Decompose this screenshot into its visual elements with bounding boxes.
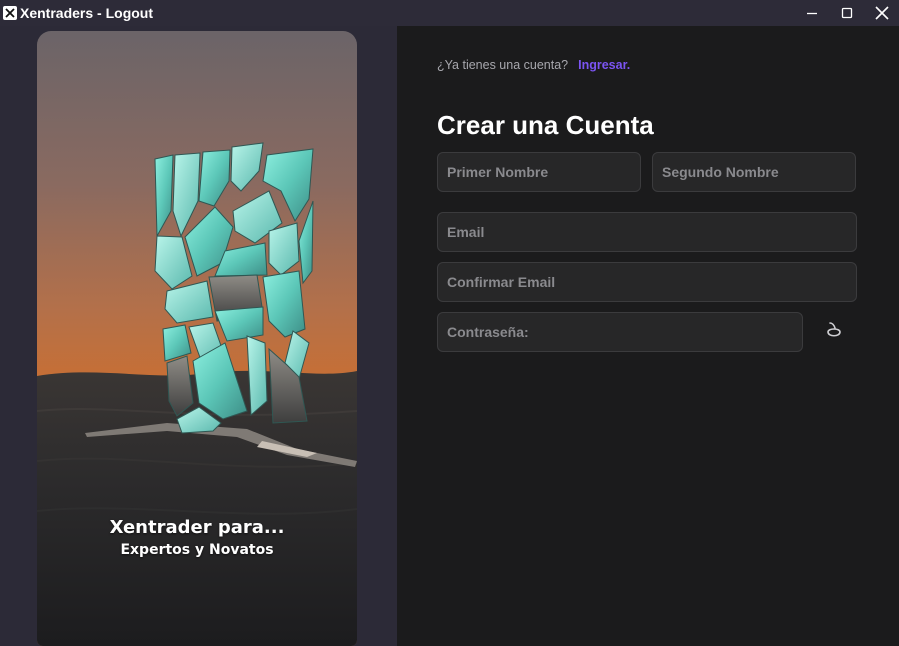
window-controls <box>794 0 899 26</box>
eye-toggle-icon <box>827 322 841 337</box>
login-prompt-row: ¿Ya tienes una cuenta? Ingresar. <box>437 58 630 72</box>
email-input[interactable] <box>437 212 857 252</box>
minimize-button[interactable] <box>794 0 829 26</box>
confirm-email-input[interactable] <box>437 262 857 302</box>
password-input[interactable] <box>437 312 803 352</box>
hero-subtagline: Expertos y Novatos <box>120 542 274 558</box>
hero-artwork: Xentrader para... Expertos y Novatos <box>37 31 357 646</box>
minimize-icon <box>806 12 817 15</box>
maximize-button[interactable] <box>829 0 864 26</box>
x-logo-icon <box>3 6 17 20</box>
window-titlebar: Xentraders - Logout <box>0 0 899 26</box>
login-question: ¿Ya tienes una cuenta? <box>437 58 569 72</box>
first-name-input[interactable] <box>437 152 641 192</box>
hero-tagline: Xentrader para... <box>109 517 285 538</box>
signup-panel: ¿Ya tienes una cuenta? Ingresar. Crear un… <box>397 26 899 646</box>
close-button[interactable] <box>864 0 899 26</box>
password-toggle-button[interactable] <box>819 318 849 344</box>
page-title: Crear una Cuenta <box>437 110 654 140</box>
hero-panel: Xentrader para... Expertos y Novatos <box>0 26 397 646</box>
maximize-icon <box>841 7 852 19</box>
second-name-input[interactable] <box>652 152 856 192</box>
close-icon <box>874 6 889 20</box>
login-link[interactable]: Ingresar. <box>578 58 630 72</box>
window-title: Xentraders - Logout <box>20 5 154 21</box>
